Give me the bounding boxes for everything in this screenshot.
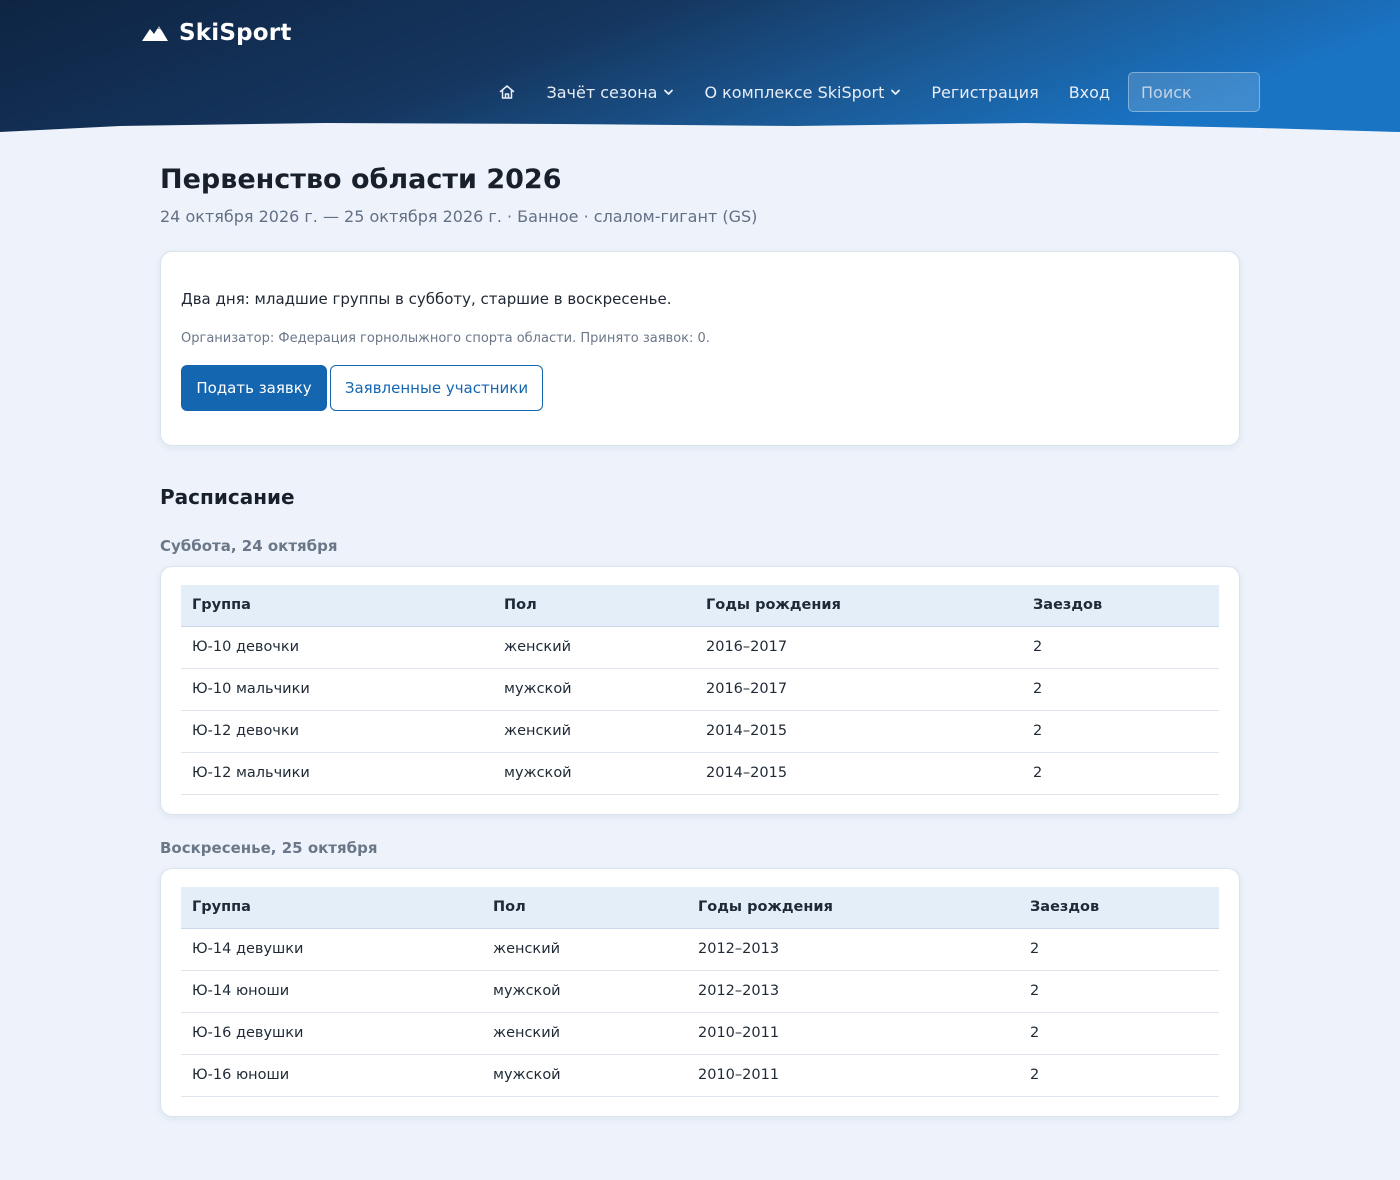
gender-cell: женский xyxy=(493,626,695,669)
main-nav: Зачёт сезона О комплексе SkiSport Регист… xyxy=(498,72,1260,112)
participants-button[interactable]: Заявленные участники xyxy=(330,365,543,411)
nav-register-link[interactable]: Регистрация xyxy=(931,83,1038,102)
nav-login-link[interactable]: Вход xyxy=(1069,83,1110,102)
gender-cell: женский xyxy=(482,1012,687,1055)
column-header: Годы рождения xyxy=(695,585,1022,627)
schedule-table-card: Группа Пол Годы рождения Заездов Ю-14 де… xyxy=(160,868,1240,1117)
brand-logo[interactable]: SkiSport xyxy=(141,20,292,46)
table-header-row: Группа Пол Годы рождения Заездов xyxy=(181,585,1219,627)
home-link[interactable] xyxy=(498,83,516,101)
birth-years-cell: 2016–2017 xyxy=(695,668,1022,711)
table-row: Ю-12 девочки женский 2014–2015 2 xyxy=(181,710,1219,753)
runs-cell: 2 xyxy=(1022,626,1219,669)
gender-cell: мужской xyxy=(493,752,695,795)
column-header: Группа xyxy=(181,887,482,929)
nav-season-dropdown[interactable]: Зачёт сезона xyxy=(546,83,674,102)
home-icon xyxy=(500,85,515,99)
event-info-card: Два дня: младшие группы в субботу, старш… xyxy=(160,251,1240,446)
site-header: SkiSport Зачёт сезона О комплексе SkiSpo… xyxy=(0,0,1400,134)
column-header: Заездов xyxy=(1019,887,1219,929)
runs-cell: 2 xyxy=(1019,970,1219,1013)
runs-cell: 2 xyxy=(1022,668,1219,711)
table-row: Ю-16 юноши мужской 2010–2011 2 xyxy=(181,1054,1219,1097)
schedule-table: Группа Пол Годы рождения Заездов Ю-14 де… xyxy=(181,887,1219,1097)
column-header: Заездов xyxy=(1022,585,1219,627)
gender-cell: женский xyxy=(493,710,695,753)
nav-about-label: О комплексе SkiSport xyxy=(704,82,885,102)
gender-cell: женский xyxy=(482,928,687,971)
group-cell: Ю-12 девочки xyxy=(181,710,493,753)
birth-years-cell: 2014–2015 xyxy=(695,752,1022,795)
column-header: Пол xyxy=(493,585,695,627)
runs-cell: 2 xyxy=(1022,710,1219,753)
group-cell: Ю-14 юноши xyxy=(181,970,482,1013)
table-row: Ю-14 девушки женский 2012–2013 2 xyxy=(181,928,1219,971)
birth-years-cell: 2012–2013 xyxy=(687,970,1019,1013)
table-row: Ю-10 девочки женский 2016–2017 2 xyxy=(181,626,1219,669)
runs-cell: 2 xyxy=(1019,1054,1219,1097)
runs-cell: 2 xyxy=(1019,1012,1219,1055)
group-cell: Ю-12 мальчики xyxy=(181,752,493,795)
event-subtitle: 24 октября 2026 г. — 25 октября 2026 г. … xyxy=(160,207,758,226)
chevron-down-icon xyxy=(891,89,901,95)
column-header: Группа xyxy=(181,585,493,627)
table-row: Ю-16 девушки женский 2010–2011 2 xyxy=(181,1012,1219,1055)
gender-cell: мужской xyxy=(482,1054,687,1097)
birth-years-cell: 2012–2013 xyxy=(687,928,1019,971)
nav-season-label: Зачёт сезона xyxy=(546,82,658,102)
brand-name: SkiSport xyxy=(179,20,292,46)
group-cell: Ю-10 мальчики xyxy=(181,668,493,711)
runs-cell: 2 xyxy=(1019,928,1219,971)
table-header-row: Группа Пол Годы рождения Заездов xyxy=(181,887,1219,929)
gender-cell: мужской xyxy=(493,668,695,711)
schedule-title: Расписание xyxy=(160,485,295,509)
runs-cell: 2 xyxy=(1022,752,1219,795)
chevron-down-icon xyxy=(664,89,674,95)
group-cell: Ю-16 девушки xyxy=(181,1012,482,1055)
birth-years-cell: 2010–2011 xyxy=(687,1054,1019,1097)
search-input[interactable] xyxy=(1128,72,1260,112)
table-row: Ю-14 юноши мужской 2012–2013 2 xyxy=(181,970,1219,1013)
group-cell: Ю-16 юноши xyxy=(181,1054,482,1097)
schedule-table-card: Группа Пол Годы рождения Заездов Ю-10 де… xyxy=(160,566,1240,815)
schedule-table: Группа Пол Годы рождения Заездов Ю-10 де… xyxy=(181,585,1219,795)
group-cell: Ю-10 девочки xyxy=(181,626,493,669)
page-title: Первенство области 2026 xyxy=(160,164,562,195)
event-organizer-meta: Организатор: Федерация горнолыжного спор… xyxy=(181,331,710,346)
table-row: Ю-10 мальчики мужской 2016–2017 2 xyxy=(181,668,1219,711)
column-header: Пол xyxy=(482,887,687,929)
birth-years-cell: 2016–2017 xyxy=(695,626,1022,669)
table-row: Ю-12 мальчики мужской 2014–2015 2 xyxy=(181,752,1219,795)
birth-years-cell: 2014–2015 xyxy=(695,710,1022,753)
nav-about-dropdown[interactable]: О комплексе SkiSport xyxy=(704,83,901,102)
group-cell: Ю-14 девушки xyxy=(181,928,482,971)
birth-years-cell: 2010–2011 xyxy=(687,1012,1019,1055)
column-header: Годы рождения xyxy=(687,887,1019,929)
mountain-icon xyxy=(142,26,168,41)
day-title: Суббота, 24 октября xyxy=(160,537,338,555)
event-description: Два дня: младшие группы в субботу, старш… xyxy=(181,290,672,308)
apply-button[interactable]: Подать заявку xyxy=(181,365,327,411)
day-title: Воскресенье, 25 октября xyxy=(160,839,378,857)
gender-cell: мужской xyxy=(482,970,687,1013)
